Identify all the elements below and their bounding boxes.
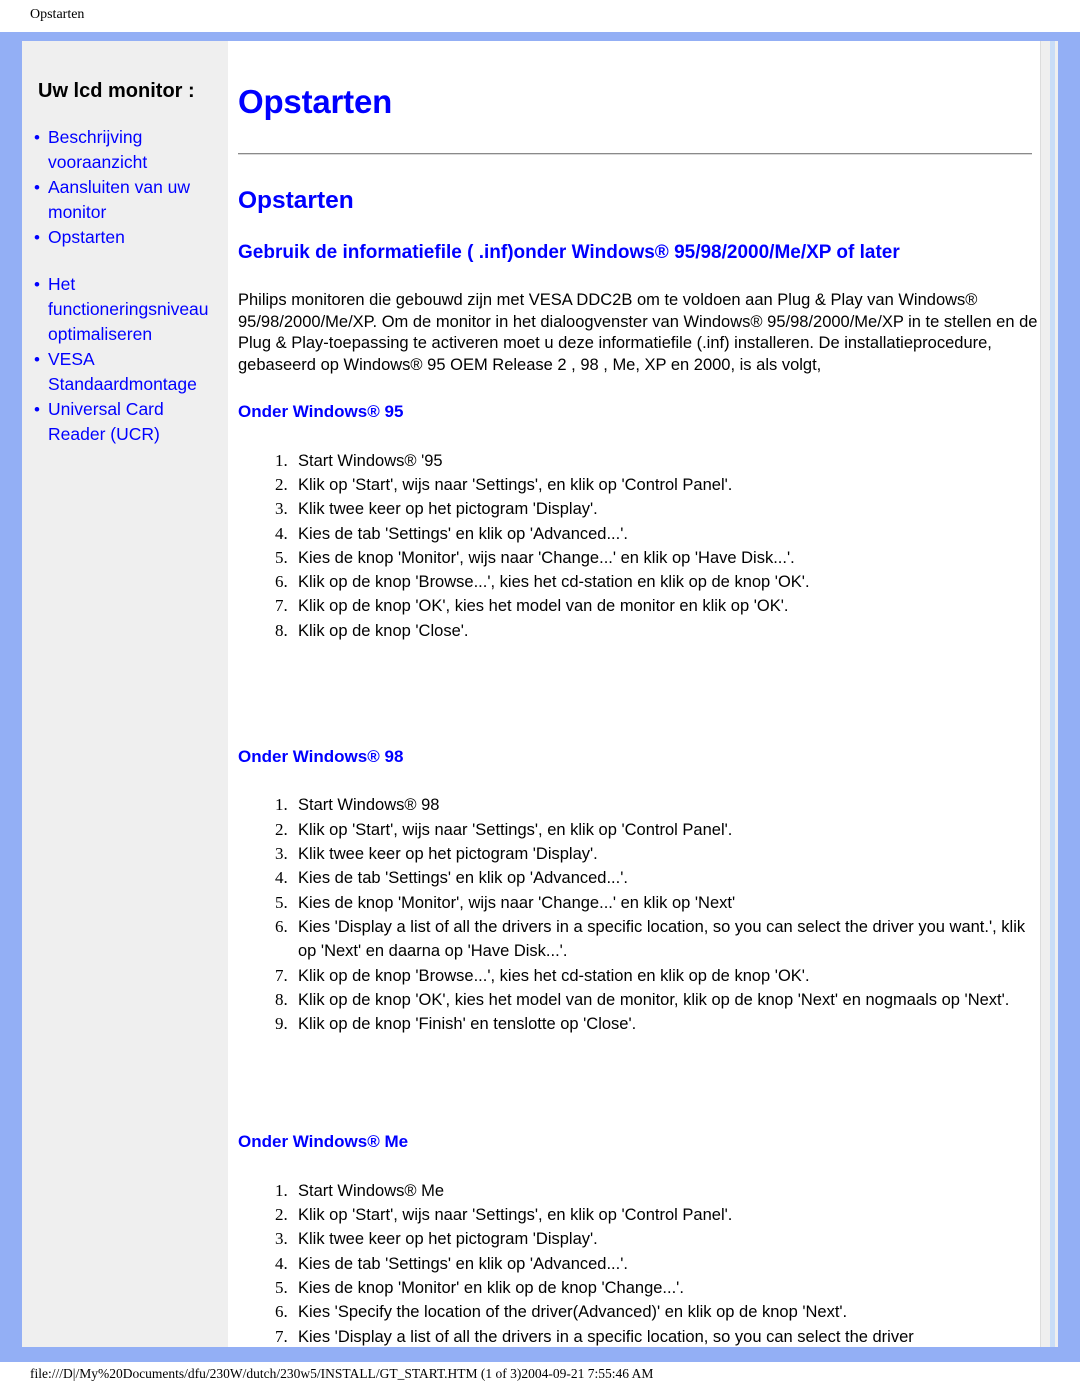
steps-list-windows-95: Start Windows® '95 Klik op 'Start', wijs… (228, 449, 1058, 643)
bullet-icon: • (34, 178, 40, 197)
page-frame: Uw lcd monitor : • Beschrijving vooraanz… (0, 32, 1080, 1362)
list-item: Kies 'Display a list of all the drivers … (292, 1325, 1048, 1347)
sidebar-item-beschrijving-vooraanzicht[interactable]: • Beschrijving vooraanzicht (22, 125, 228, 175)
print-footer: file:///D|/My%20Documents/dfu/230W/dutch… (0, 1362, 1080, 1397)
list-item: Kies de knop 'Monitor', wijs naar 'Chang… (292, 546, 1048, 570)
bullet-icon: • (34, 128, 40, 147)
page-title: Opstarten (238, 83, 393, 120)
print-header-title: Opstarten (30, 7, 85, 22)
list-item: Klik op de knop 'Close'. (292, 619, 1048, 643)
bullet-icon: • (34, 350, 40, 369)
list-item: Klik op de knop 'OK', kies het model van… (292, 594, 1048, 618)
page-body: Uw lcd monitor : • Beschrijving vooraanz… (22, 41, 1058, 1347)
steps-list-windows-98: Start Windows® 98 Klik op 'Start', wijs … (228, 793, 1058, 1036)
bullet-icon: • (34, 275, 40, 294)
list-item: Kies de tab 'Settings' en klik op 'Advan… (292, 522, 1048, 546)
list-item: Kies 'Specify the location of the driver… (292, 1300, 1048, 1324)
sidebar-item-label: Universal Card Reader (UCR) (48, 399, 164, 444)
list-item: Klik op de knop 'Browse...', kies het cd… (292, 964, 1048, 988)
list-item: Klik op de knop 'Finish' en tenslotte op… (292, 1012, 1048, 1036)
print-header: Opstarten (0, 0, 1080, 32)
list-item: Kies de knop 'Monitor' en klik op de kno… (292, 1276, 1048, 1300)
heading-windows-98: Onder Windows® 98 (238, 747, 404, 767)
sidebar-title: Uw lcd monitor : (38, 80, 195, 102)
list-item: Kies de tab 'Settings' en klik op 'Advan… (292, 1252, 1048, 1276)
list-item: Start Windows® '95 (292, 449, 1048, 473)
list-item: Klik twee keer op het pictogram 'Display… (292, 497, 1048, 521)
sidebar-item-opstarten[interactable]: • Opstarten (22, 225, 228, 250)
scrollbar-track[interactable] (1050, 41, 1055, 1347)
sidebar-item-label: Het functioneringsniveau optimaliseren (48, 274, 209, 344)
sidebar-nav-list: • Beschrijving vooraanzicht • Aansluiten… (22, 125, 228, 447)
sidebar-item-label: Opstarten (48, 227, 125, 247)
sidebar: Uw lcd monitor : • Beschrijving vooraanz… (22, 41, 228, 1347)
list-item: Klik twee keer op het pictogram 'Display… (292, 1227, 1048, 1251)
list-item: Start Windows® 98 (292, 793, 1048, 817)
heading-windows-me: Onder Windows® Me (238, 1132, 409, 1152)
print-footer-path: file:///D|/My%20Documents/dfu/230W/dutch… (30, 1366, 654, 1381)
list-item: Start Windows® Me (292, 1179, 1048, 1203)
list-item: Klik op de knop 'Browse...', kies het cd… (292, 570, 1048, 594)
intro-paragraph: Philips monitoren die gebouwd zijn met V… (238, 291, 1038, 374)
heading-windows-95: Onder Windows® 95 (238, 402, 404, 422)
main-content: Opstarten Opstarten Gebruik de informati… (228, 41, 1058, 1347)
section-title: Opstarten (238, 187, 354, 215)
list-item: Klik op de knop 'OK', kies het model van… (292, 988, 1048, 1012)
list-item: Kies 'Display a list of all the drivers … (292, 915, 1048, 964)
sidebar-item-vesa-standaardmontage[interactable]: • VESA Standaardmontage (22, 347, 228, 397)
sidebar-item-aansluiten-van-uw-monitor[interactable]: • Aansluiten van uw monitor (22, 175, 228, 225)
bullet-icon: • (34, 400, 40, 419)
bullet-icon: • (34, 228, 40, 247)
subsection-title: Gebruik de informatiefile ( .inf)onder W… (238, 242, 900, 264)
list-item: Kies de knop 'Monitor', wijs naar 'Chang… (292, 891, 1048, 915)
steps-list-windows-me: Start Windows® Me Klik op 'Start', wijs … (228, 1179, 1058, 1347)
list-item: Kies de tab 'Settings' en klik op 'Advan… (292, 866, 1048, 890)
sidebar-item-het-functioneringsniveau-optimaliseren[interactable]: • Het functioneringsniveau optimaliseren (22, 272, 228, 347)
list-item: Klik op 'Start', wijs naar 'Settings', e… (292, 473, 1048, 497)
list-item: Klik op 'Start', wijs naar 'Settings', e… (292, 1203, 1048, 1227)
sidebar-item-label: Aansluiten van uw monitor (48, 177, 191, 222)
sidebar-item-label: VESA Standaardmontage (48, 349, 197, 394)
sidebar-item-universal-card-reader-ucr[interactable]: • Universal Card Reader (UCR) (22, 397, 228, 447)
sidebar-item-label: Beschrijving vooraanzicht (48, 127, 148, 172)
vertical-scrollbar[interactable] (1040, 41, 1058, 1347)
main-content-area: Opstarten Opstarten Gebruik de informati… (228, 41, 1058, 1347)
list-item: Klik twee keer op het pictogram 'Display… (292, 842, 1048, 866)
list-item: Klik op 'Start', wijs naar 'Settings', e… (292, 818, 1048, 842)
